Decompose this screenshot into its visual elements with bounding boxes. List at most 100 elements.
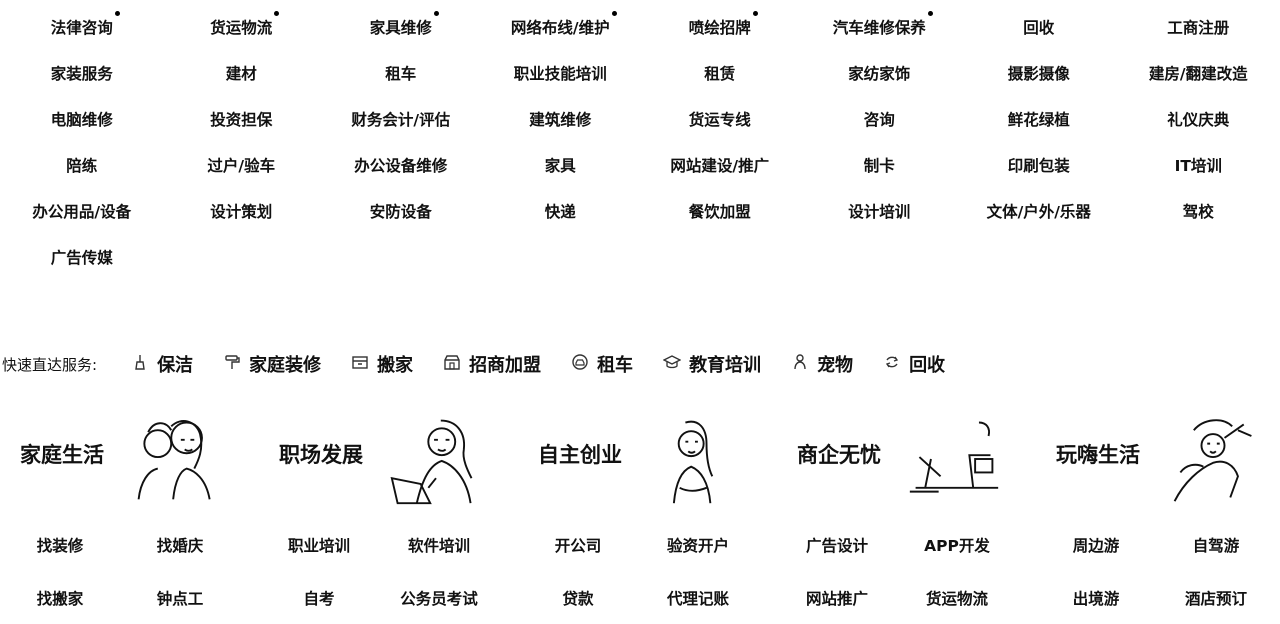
category-link-33[interactable]: 设计策划 <box>162 188 322 234</box>
category-link-4[interactable]: 喷绘招牌 <box>640 4 800 50</box>
category-link-28[interactable]: 网站建设/推广 <box>640 142 800 188</box>
category-link-26[interactable]: 办公设备维修 <box>321 142 481 188</box>
quick-service-6[interactable]: 宠物 <box>791 351 853 377</box>
feature-links: 周边游 自驾游 出境游 酒店预订 <box>1036 518 1276 624</box>
category-text: 安防设备 <box>369 203 432 221</box>
category-link-13[interactable]: 家纺家饰 <box>800 50 960 96</box>
leisure-illustration <box>1164 411 1262 507</box>
category-link-7[interactable]: 工商注册 <box>1119 4 1279 50</box>
feature-link[interactable]: 货运物流 <box>897 571 1017 624</box>
category-link-20[interactable]: 货运专线 <box>640 96 800 142</box>
category-link-9[interactable]: 建材 <box>162 50 322 96</box>
quick-service-5[interactable]: 教育培训 <box>662 351 761 377</box>
category-link-35[interactable]: 快递 <box>481 188 641 234</box>
feature-title[interactable]: 家庭生活 <box>20 439 104 469</box>
feature-link[interactable]: 找婚庆 <box>120 518 240 571</box>
category-text: IT培训 <box>1174 157 1222 175</box>
category-label: 餐饮加盟 <box>689 200 751 222</box>
category-text: 制卡 <box>863 157 895 175</box>
category-grid: 法律咨询 货运物流 家具维修 网络布线/维护 喷绘招牌 汽车维修保养 回收 工商… <box>2 4 1278 280</box>
category-link-23[interactable]: 礼仪庆典 <box>1119 96 1279 142</box>
category-text: 建筑维修 <box>529 111 592 129</box>
category-label: 驾校 <box>1183 200 1214 222</box>
category-label: 广告传媒 <box>51 246 113 268</box>
feature-link[interactable]: 职业培训 <box>259 518 379 571</box>
category-link-17[interactable]: 投资担保 <box>162 96 322 142</box>
category-link-27[interactable]: 家具 <box>481 142 641 188</box>
category-link-12[interactable]: 租赁 <box>640 50 800 96</box>
category-link-19[interactable]: 建筑维修 <box>481 96 641 142</box>
feature-link[interactable]: 开公司 <box>518 518 638 571</box>
category-link-2[interactable]: 家具维修 <box>321 4 481 50</box>
feature-title[interactable]: 职场发展 <box>279 439 363 469</box>
category-text: 职业技能培训 <box>513 65 607 83</box>
feature-link[interactable]: 自驾游 <box>1156 518 1276 571</box>
category-link-10[interactable]: 租车 <box>321 50 481 96</box>
category-link-16[interactable]: 电脑维修 <box>2 96 162 142</box>
category-link-1[interactable]: 货运物流 <box>162 4 322 50</box>
feature-title[interactable]: 玩嗨生活 <box>1056 439 1140 469</box>
category-text: 过户/验车 <box>207 157 276 175</box>
category-link-34[interactable]: 安防设备 <box>321 188 481 234</box>
feature-title[interactable]: 自主创业 <box>538 439 622 469</box>
quick-service-7[interactable]: 回收 <box>883 351 945 377</box>
category-link-5[interactable]: 汽车维修保养 <box>800 4 960 50</box>
feature-link[interactable]: APP开发 <box>897 518 1017 571</box>
category-label: 建房/翻建改造 <box>1149 62 1248 84</box>
category-link-6[interactable]: 回收 <box>959 4 1119 50</box>
category-label: 网站建设/推广 <box>670 154 769 176</box>
category-link-38[interactable]: 文体/户外/乐器 <box>959 188 1119 234</box>
category-text: 投资担保 <box>210 111 273 129</box>
category-link-18[interactable]: 财务会计/评估 <box>321 96 481 142</box>
category-label: 货运专线 <box>689 108 751 130</box>
category-text: 货运物流 <box>210 19 273 37</box>
quick-service-label: 保洁 <box>157 355 194 376</box>
category-link-3[interactable]: 网络布线/维护 <box>481 4 641 50</box>
category-link-21[interactable]: 咨询 <box>800 96 960 142</box>
feature-link[interactable]: 软件培训 <box>379 518 499 571</box>
quick-service-2[interactable]: 搬家 <box>351 351 413 377</box>
category-link-37[interactable]: 设计培训 <box>800 188 960 234</box>
feature-link[interactable]: 验资开户 <box>638 518 758 571</box>
feature-link[interactable]: 公务员考试 <box>379 571 499 624</box>
feature-link[interactable]: 钟点工 <box>120 571 240 624</box>
feature-link[interactable]: 代理记账 <box>638 571 758 624</box>
category-link-32[interactable]: 办公用品/设备 <box>2 188 162 234</box>
feature-block-4: 玩嗨生活周边游 自驾游 出境游 酒店预订 <box>1036 405 1280 621</box>
feature-link[interactable]: 自考 <box>259 571 379 624</box>
category-link-29[interactable]: 制卡 <box>800 142 960 188</box>
feature-link[interactable]: 出境游 <box>1036 571 1156 624</box>
category-link-0[interactable]: 法律咨询 <box>2 4 162 50</box>
category-text: 设计策划 <box>210 203 273 221</box>
category-link-36[interactable]: 餐饮加盟 <box>640 188 800 234</box>
quick-service-4[interactable]: 租车 <box>571 351 633 377</box>
category-label: 文体/户外/乐器 <box>987 200 1091 222</box>
category-link-40[interactable]: 广告传媒 <box>2 234 162 280</box>
feature-link[interactable]: 网站推广 <box>777 571 897 624</box>
category-link-14[interactable]: 摄影摄像 <box>959 50 1119 96</box>
quick-service-0[interactable]: 保洁 <box>131 351 193 377</box>
category-link-8[interactable]: 家装服务 <box>2 50 162 96</box>
category-link-22[interactable]: 鲜花绿植 <box>959 96 1119 142</box>
feature-link[interactable]: 找搬家 <box>0 571 120 624</box>
feature-links: 职业培训 软件培训 自考 公务员考试 <box>259 518 499 624</box>
category-link-15[interactable]: 建房/翻建改造 <box>1119 50 1279 96</box>
category-link-30[interactable]: 印刷包装 <box>959 142 1119 188</box>
category-link-25[interactable]: 过户/验车 <box>162 142 322 188</box>
category-text: 货运专线 <box>688 111 751 129</box>
category-link-24[interactable]: 陪练 <box>2 142 162 188</box>
category-link-11[interactable]: 职业技能培训 <box>481 50 641 96</box>
feature-link[interactable]: 周边游 <box>1036 518 1156 571</box>
quick-service-1[interactable]: 家庭装修 <box>223 351 321 377</box>
feature-link[interactable]: 酒店预订 <box>1156 571 1276 624</box>
feature-link[interactable]: 找装修 <box>0 518 120 571</box>
feature-title[interactable]: 商企无忧 <box>797 439 881 469</box>
feature-link[interactable]: 广告设计 <box>777 518 897 571</box>
category-text: 广告传媒 <box>50 249 113 267</box>
feature-link[interactable]: 贷款 <box>518 571 638 624</box>
quick-service-3[interactable]: 招商加盟 <box>443 351 541 377</box>
category-label: 印刷包装 <box>1008 154 1070 176</box>
category-text: 工商注册 <box>1167 19 1230 37</box>
category-link-31[interactable]: IT培训 <box>1119 142 1279 188</box>
category-link-39[interactable]: 驾校 <box>1119 188 1279 234</box>
